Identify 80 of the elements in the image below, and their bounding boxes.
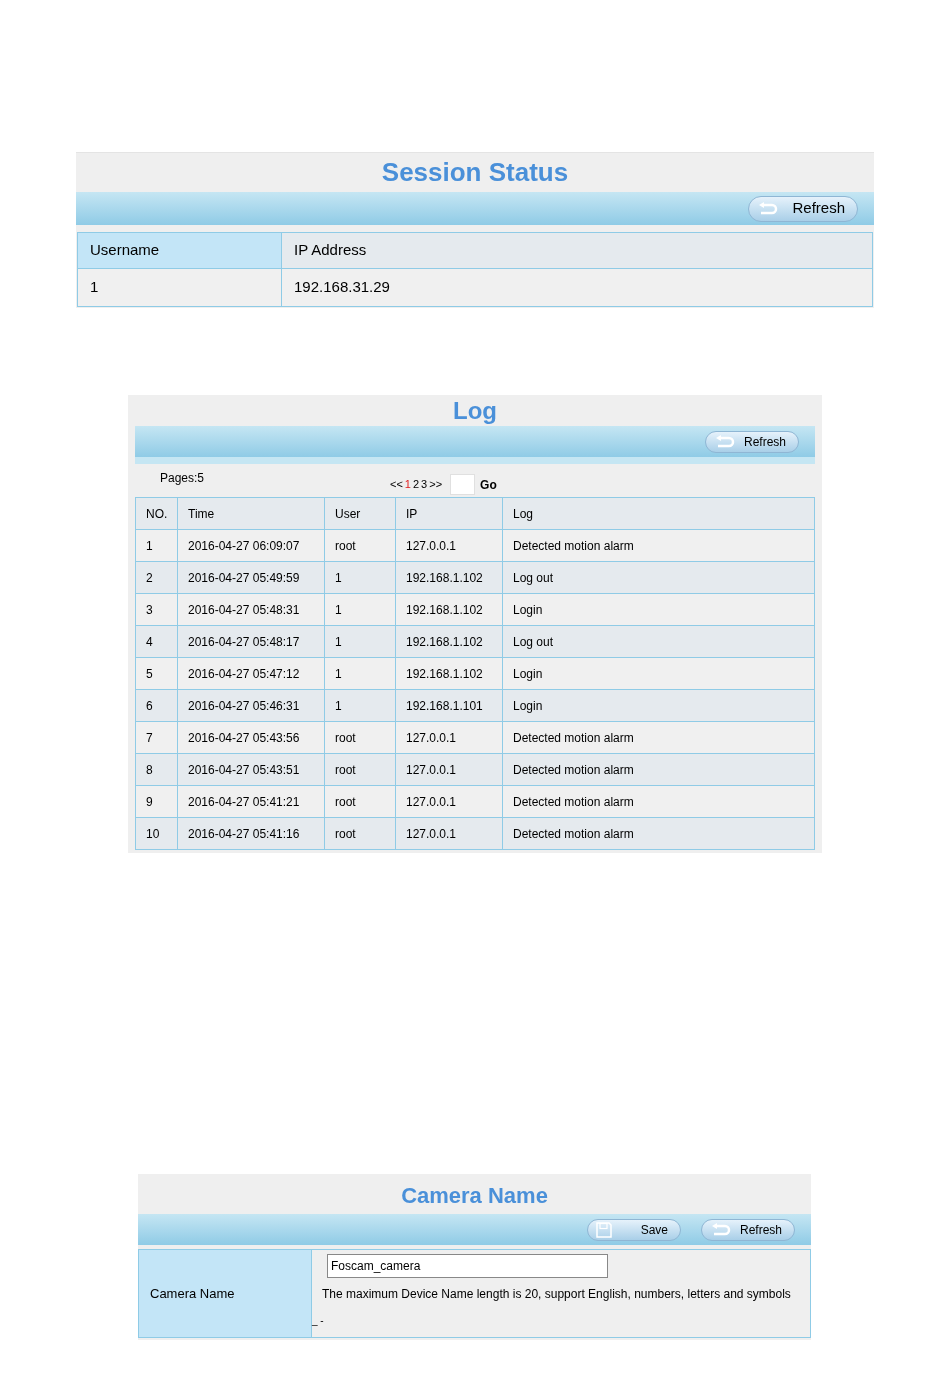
table-cell: 192.168.1.101 (396, 690, 503, 721)
table-cell: 1 (78, 269, 282, 306)
table-cell: 6 (136, 690, 178, 721)
table-cell: 2016-04-27 05:41:16 (178, 818, 325, 849)
table-cell: 192.168.1.102 (396, 594, 503, 625)
column-header: Time (178, 498, 325, 529)
table-cell: 127.0.0.1 (396, 786, 503, 817)
column-header: User (325, 498, 396, 529)
table-cell: Detected motion alarm (503, 786, 815, 817)
panel-title: Log (452, 395, 498, 426)
previous-page-link[interactable]: << (390, 476, 403, 493)
table-cell: 127.0.0.1 (396, 722, 503, 753)
table-cell: root (325, 786, 396, 817)
table-cell: Detected motion alarm (503, 530, 815, 561)
column-header: NO. (136, 498, 178, 529)
table-cell: Log out (503, 626, 815, 657)
column-header: Username (78, 233, 282, 268)
page-count: Pages:5 (160, 470, 206, 487)
next-page-link[interactable]: >> (429, 476, 443, 493)
refresh-button[interactable]: Refresh (701, 1218, 795, 1241)
table-cell: 1 (136, 530, 178, 561)
return-arrow-icon (757, 201, 779, 216)
table-cell: 2016-04-27 05:48:17 (178, 626, 325, 657)
page-link[interactable]: 1 (404, 476, 411, 493)
table-cell: 192.168.1.102 (396, 562, 503, 593)
go-button[interactable]: Go (480, 475, 497, 494)
hint-text: The maximum Device Name length is 20, support English, numbers, letters and symbols (322, 1286, 792, 1303)
table-cell: Detected motion alarm (503, 754, 815, 785)
table-cell: 2016-04-27 06:09:07 (178, 530, 325, 561)
table-cell: 10 (136, 818, 178, 849)
table-cell: 7 (136, 722, 178, 753)
column-header: IP Address (293, 240, 368, 261)
table-cell: 9 (136, 786, 178, 817)
table-cell: 192.168.1.102 (396, 626, 503, 657)
save-button[interactable]: Save (587, 1218, 681, 1241)
table-cell: 2 (136, 562, 178, 593)
table-cell: Detected motion alarm (503, 722, 815, 753)
refresh-button[interactable]: Refresh (705, 430, 799, 453)
table-cell: 1 (325, 690, 396, 721)
page-link[interactable]: 3 (421, 476, 428, 493)
table-cell: 3 (136, 594, 178, 625)
table-cell: 2016-04-27 05:49:59 (178, 562, 325, 593)
table-cell: 2016-04-27 05:46:31 (178, 690, 325, 721)
table-cell: 1 (325, 562, 396, 593)
return-arrow-icon (714, 434, 736, 449)
table-cell: root (325, 530, 396, 561)
field-label: Camera Name (139, 1250, 312, 1337)
table-cell: Log out (503, 562, 815, 593)
column-header: Log (503, 498, 815, 529)
table-cell: 127.0.0.1 (396, 754, 503, 785)
table-cell: root (325, 722, 396, 753)
table-cell: 1 (325, 626, 396, 657)
table-cell: Detected motion alarm (503, 818, 815, 849)
table-cell: 2016-04-27 05:43:56 (178, 722, 325, 753)
table-cell: Login (503, 690, 815, 721)
refresh-button[interactable]: Refresh (748, 195, 858, 222)
table-cell: root (325, 754, 396, 785)
table-cell: 1 (325, 658, 396, 689)
table-cell: 192.168.1.102 (396, 658, 503, 689)
table-cell: 5 (136, 658, 178, 689)
table-cell: Login (503, 594, 815, 625)
table-cell: Login (503, 658, 815, 689)
camera-name-input[interactable]: Foscam_camera (327, 1254, 608, 1278)
footer-mark: _ - (312, 1314, 325, 1328)
table-cell: 2016-04-27 05:48:31 (178, 594, 325, 625)
column-header: IP (396, 498, 503, 529)
table-cell: 127.0.0.1 (396, 818, 503, 849)
table-cell: 4 (136, 626, 178, 657)
page-link[interactable]: 2 (413, 476, 420, 493)
page-input[interactable] (450, 474, 476, 495)
table-cell: 2016-04-27 05:47:12 (178, 658, 325, 689)
table-cell: 127.0.0.1 (396, 530, 503, 561)
table-cell-text: 192.168.31.29 (293, 277, 391, 298)
table-cell: 2016-04-27 05:41:21 (178, 786, 325, 817)
panel-title: Camera Name (400, 1182, 549, 1210)
return-arrow-icon (710, 1222, 732, 1237)
table-cell: 8 (136, 754, 178, 785)
table-cell: root (325, 818, 396, 849)
table-cell: 1 (325, 594, 396, 625)
table-cell: 2016-04-27 05:43:51 (178, 754, 325, 785)
